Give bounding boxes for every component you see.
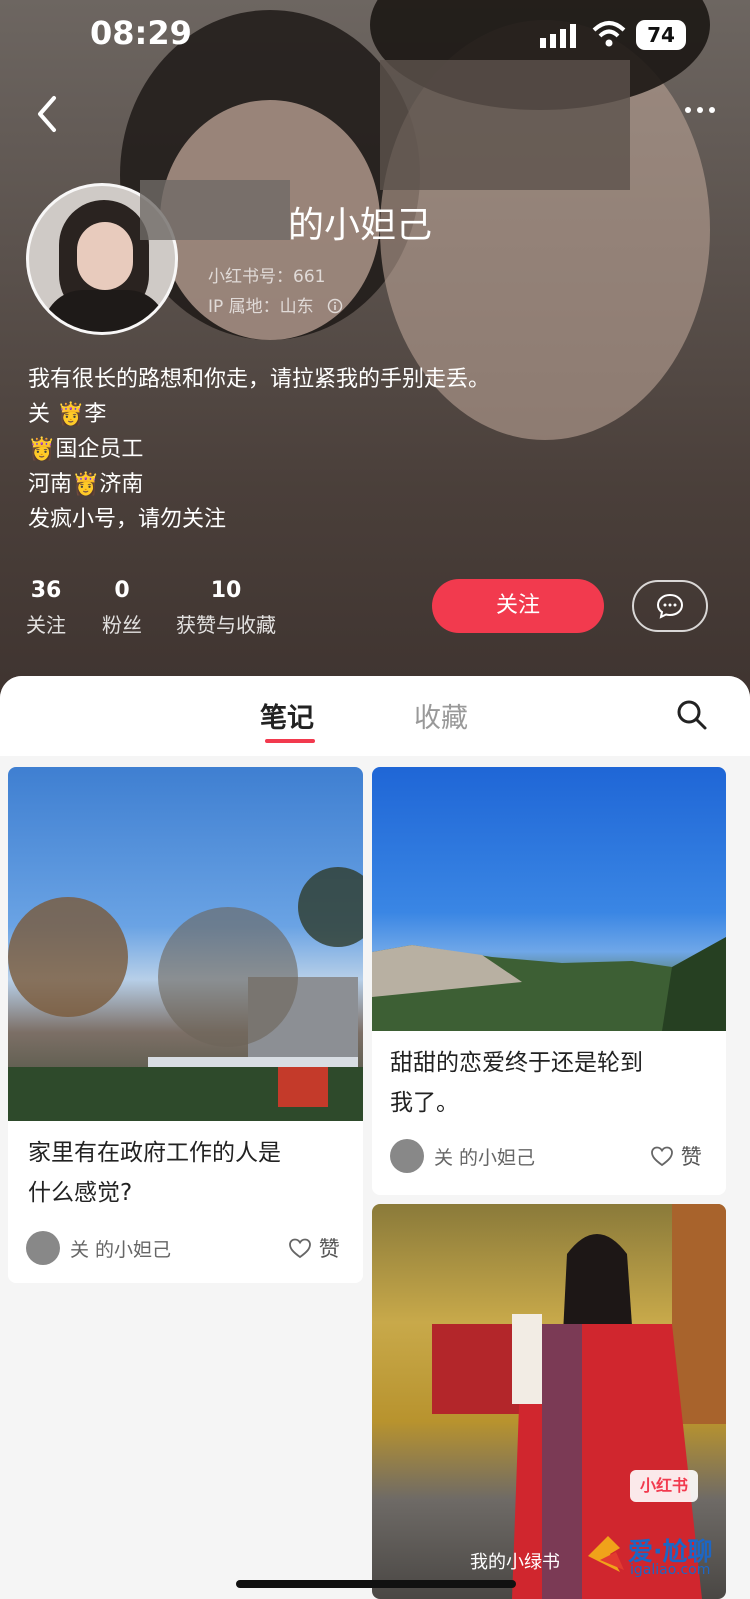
bio-line: 关 👸李 xyxy=(28,402,107,427)
tab-notes[interactable]: 笔记 xyxy=(260,696,314,735)
like-button[interactable]: 赞 xyxy=(650,1141,702,1171)
like-button[interactable]: 赞 xyxy=(288,1233,340,1263)
bio-line: 发疯小号，请勿关注 xyxy=(28,507,227,532)
heart-icon xyxy=(651,1146,673,1167)
wifi-icon xyxy=(592,21,626,47)
pixelated-face xyxy=(380,60,630,190)
stats-row: 36 关注 0 粉丝 10 获赞与收藏 xyxy=(0,578,420,648)
bio-line: 👸国企员工 xyxy=(28,437,144,462)
stat-followers[interactable]: 0 粉丝 xyxy=(102,578,142,638)
more-icon[interactable] xyxy=(680,100,720,120)
author-avatar xyxy=(390,1139,424,1173)
mountain-illustration xyxy=(372,937,726,1031)
content-panel: 笔记 收藏 家里有在政府工作的人是 什么感觉? 关 的小妲己 赞 甜甜的恋爱终于… xyxy=(0,676,750,1599)
ip-location: IP 属地：山东 xyxy=(208,292,343,317)
battery-indicator: 74 xyxy=(636,20,686,50)
back-icon[interactable] xyxy=(28,92,68,136)
stat-following[interactable]: 36 关注 xyxy=(26,578,66,638)
status-bar: 08:29 74 xyxy=(0,10,750,60)
note-title: 甜甜的恋爱终于还是轮到 我了。 xyxy=(390,1050,643,1116)
heart-icon xyxy=(289,1238,311,1259)
search-icon[interactable] xyxy=(676,699,708,731)
note-author: 关 的小妲己 xyxy=(70,1239,172,1261)
home-indicator[interactable] xyxy=(236,1580,516,1588)
note-author: 关 的小妲己 xyxy=(434,1147,536,1169)
stat-likes-collections[interactable]: 10 获赞与收藏 xyxy=(176,578,276,638)
bio-line: 河南👸济南 xyxy=(28,472,144,497)
note-card[interactable]: 甜甜的恋爱终于还是轮到 我了。 关 的小妲己 赞 xyxy=(372,767,726,1195)
trees-illustration xyxy=(8,867,363,1121)
note-card[interactable]: 家里有在政府工作的人是 什么感觉? 关 的小妲己 赞 xyxy=(8,767,363,1283)
tab-collections[interactable]: 收藏 xyxy=(414,696,468,735)
image-caption: 我的小绿书 xyxy=(470,1552,560,1573)
tab-indicator xyxy=(265,739,315,743)
message-button[interactable] xyxy=(632,580,708,632)
info-icon[interactable] xyxy=(327,298,343,314)
profile-header: 08:29 74 的小妲己 小红书号：661 IP 属地：山东 我有很长的路想和… xyxy=(0,0,750,700)
user-id: 小红书号：661 xyxy=(208,267,326,287)
bio-line: 我有很长的路想和你走，请拉紧我的手别走丢。 xyxy=(28,367,491,392)
xiaohongshu-badge: 小红书 xyxy=(630,1470,698,1502)
note-title: 家里有在政府工作的人是 什么感觉? xyxy=(28,1140,281,1206)
status-time: 08:29 xyxy=(90,14,192,52)
chat-icon xyxy=(656,593,684,619)
signal-icon xyxy=(540,24,576,48)
bio: 我有很长的路想和你走，请拉紧我的手别走丢。 关 👸李 👸国企员工 河南👸济南 发… xyxy=(28,362,490,537)
author-avatar xyxy=(26,1231,60,1265)
nickname: 的小妲己 xyxy=(288,205,433,246)
watermark-url: igaliao.com xyxy=(630,1562,711,1578)
follow-button[interactable]: 关注 xyxy=(432,579,604,633)
tab-bar: 笔记 收藏 xyxy=(0,676,750,756)
